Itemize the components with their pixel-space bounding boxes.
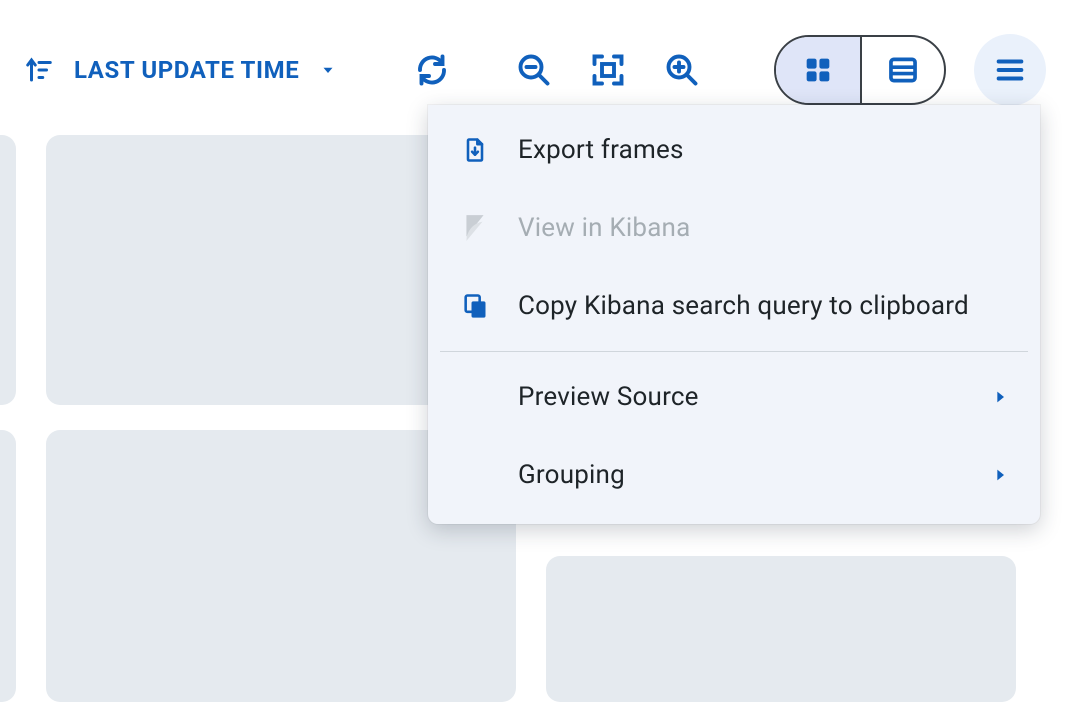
preview-card[interactable] xyxy=(0,135,16,405)
chevron-right-icon xyxy=(990,467,1010,483)
sort-button[interactable]: LAST UPDATE TIME xyxy=(14,47,347,93)
file-download-icon xyxy=(460,136,490,164)
menu-item-label: Copy Kibana search query to clipboard xyxy=(518,291,1010,321)
sort-direction-icon xyxy=(24,55,54,85)
menu-item-export[interactable]: Export frames xyxy=(428,111,1040,189)
list-view-button[interactable] xyxy=(860,37,944,103)
kibana-icon xyxy=(460,213,490,243)
zoom-out-icon xyxy=(516,52,552,88)
menu-item-copy[interactable]: Copy Kibana search query to clipboard xyxy=(428,267,1040,345)
menu-item-kibana: View in Kibana xyxy=(428,189,1040,267)
menu-divider xyxy=(440,351,1028,352)
refresh-button[interactable] xyxy=(400,38,464,102)
zoom-in-icon xyxy=(664,52,700,88)
zoom-in-button[interactable] xyxy=(650,38,714,102)
zoom-out-button[interactable] xyxy=(502,38,566,102)
preview-card[interactable] xyxy=(0,430,16,702)
more-menu: Export frames View in Kibana Copy Kibana… xyxy=(428,105,1040,524)
menu-item-label: Grouping xyxy=(518,460,962,490)
toolbar-action-group xyxy=(400,38,714,102)
grid-view-button[interactable] xyxy=(776,37,860,103)
zoom-fit-button[interactable] xyxy=(576,38,640,102)
sort-label: LAST UPDATE TIME xyxy=(74,56,299,84)
grid-icon xyxy=(801,53,835,87)
menu-item-label: Preview Source xyxy=(518,382,962,412)
menu-item-grouping[interactable]: Grouping xyxy=(428,436,1040,514)
menu-item-preview-source[interactable]: Preview Source xyxy=(428,358,1040,436)
preview-card[interactable] xyxy=(546,556,1016,702)
toolbar: LAST UPDATE TIME xyxy=(0,30,1070,110)
hamburger-icon xyxy=(993,53,1027,87)
list-icon xyxy=(886,53,920,87)
menu-item-label: Export frames xyxy=(518,135,1010,165)
view-toggle xyxy=(774,35,946,105)
more-menu-button[interactable] xyxy=(974,34,1046,106)
menu-item-label: View in Kibana xyxy=(518,213,1010,243)
chevron-right-icon xyxy=(990,389,1010,405)
refresh-icon xyxy=(414,52,450,88)
zoom-fit-icon xyxy=(590,52,626,88)
caret-down-icon xyxy=(319,61,337,79)
copy-icon xyxy=(460,292,490,320)
